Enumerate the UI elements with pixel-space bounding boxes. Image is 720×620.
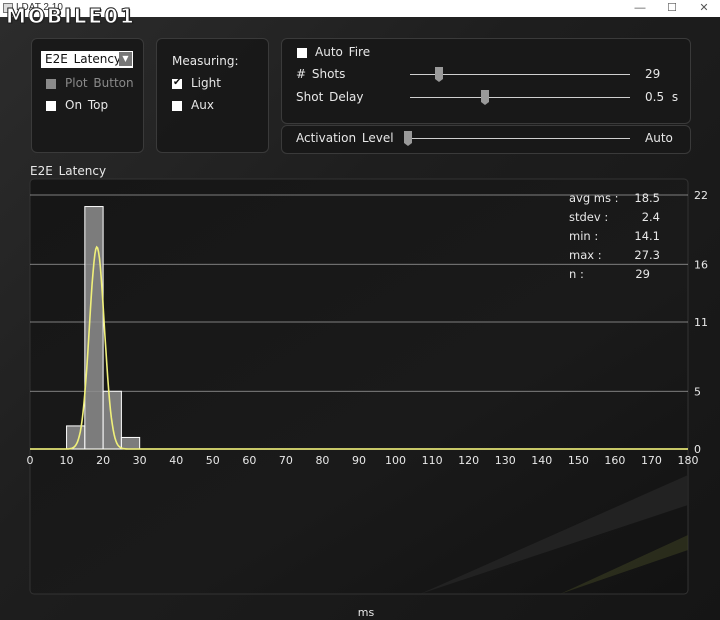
measuring-heading: Measuring: bbox=[172, 54, 239, 68]
aux-label[interactable]: Aux bbox=[191, 98, 214, 112]
avg-value: 18.5 bbox=[634, 191, 660, 205]
latency-histogram-chart: 0 10 20 30 40 50 60 70 80 90 100 110 120 130 140 150 160… bbox=[27, 178, 708, 619]
x-tick-label: 150 bbox=[568, 454, 589, 467]
x-tick-label: 120 bbox=[458, 454, 479, 467]
min-value: 14.1 bbox=[634, 229, 660, 243]
x-tick-label: 90 bbox=[352, 454, 366, 467]
shots-slider-thumb[interactable] bbox=[434, 67, 443, 82]
shots-label: # Shots bbox=[296, 67, 346, 81]
x-tick-label: 50 bbox=[206, 454, 220, 467]
shots-slider-track[interactable] bbox=[410, 74, 630, 75]
mobile01-logo: MOBILE01 bbox=[6, 4, 136, 29]
y-tick-label: 11 bbox=[694, 316, 708, 329]
x-tick-label: 160 bbox=[604, 454, 625, 467]
plot-button-checkbox bbox=[46, 79, 56, 89]
y-tick-label: 5 bbox=[694, 385, 701, 398]
on-top-label[interactable]: On Top bbox=[65, 98, 108, 112]
y-tick-label: 16 bbox=[694, 258, 708, 271]
avg-label: avg ms : bbox=[569, 191, 619, 205]
activation-slider-track[interactable] bbox=[408, 138, 630, 139]
activation-value: Auto bbox=[645, 131, 673, 145]
x-tick-label: 80 bbox=[315, 454, 329, 467]
x-tick-label: 140 bbox=[531, 454, 552, 467]
x-tick-label: 30 bbox=[133, 454, 147, 467]
n-value: 29 bbox=[635, 267, 650, 281]
close-button[interactable]: ✕ bbox=[688, 0, 720, 17]
light-label[interactable]: Light bbox=[191, 76, 221, 90]
on-top-checkbox[interactable] bbox=[46, 101, 56, 111]
shots-value: 29 bbox=[645, 67, 661, 81]
x-tick-label: 170 bbox=[641, 454, 662, 467]
x-tick-label: 10 bbox=[60, 454, 74, 467]
auto-fire-checkbox[interactable] bbox=[297, 48, 307, 58]
y-tick-label: 0 bbox=[694, 443, 701, 456]
chevron-down-icon[interactable]: ▼ bbox=[119, 52, 132, 66]
aux-checkbox[interactable] bbox=[172, 101, 182, 111]
x-tick-label: 70 bbox=[279, 454, 293, 467]
x-tick-label: 20 bbox=[96, 454, 110, 467]
maximize-button[interactable]: ☐ bbox=[656, 0, 688, 17]
x-tick-label: 0 bbox=[27, 454, 34, 467]
shot-delay-slider-track[interactable] bbox=[410, 97, 630, 98]
stdev-value: 2.4 bbox=[642, 210, 660, 224]
shot-delay-value: 0.5 s bbox=[645, 90, 679, 104]
x-axis-label: ms bbox=[358, 606, 375, 619]
x-tick-label: 40 bbox=[169, 454, 183, 467]
histogram-bar bbox=[84, 206, 104, 450]
stdev-label: stdev : bbox=[569, 210, 608, 224]
x-tick-label: 110 bbox=[422, 454, 443, 467]
auto-fire-label[interactable]: Auto Fire bbox=[315, 45, 370, 59]
plot-button-label: Plot Button bbox=[65, 76, 134, 90]
x-tick-label: 60 bbox=[242, 454, 256, 467]
min-label: min : bbox=[569, 229, 598, 243]
n-label: n : bbox=[569, 267, 584, 281]
max-value: 27.3 bbox=[634, 248, 660, 262]
x-tick-label: 100 bbox=[385, 454, 406, 467]
shot-delay-slider-thumb[interactable] bbox=[480, 90, 489, 105]
light-checkbox[interactable] bbox=[172, 77, 182, 89]
histogram-bar bbox=[120, 436, 141, 450]
metric-dropdown[interactable]: E2E Latency ▼ bbox=[41, 51, 133, 68]
metric-dropdown-value: E2E Latency bbox=[45, 52, 122, 66]
y-tick-label: 22 bbox=[694, 189, 708, 202]
activation-slider-thumb[interactable] bbox=[404, 131, 412, 146]
max-label: max : bbox=[569, 248, 602, 262]
activation-level-label: Activation Level bbox=[296, 131, 394, 145]
shot-delay-label: Shot Delay bbox=[296, 90, 364, 104]
ldat-main-window: E2E Latency ▼ Plot Button On Top Measuri… bbox=[0, 17, 720, 620]
x-tick-label: 130 bbox=[495, 454, 516, 467]
minimize-button[interactable]: — bbox=[624, 0, 656, 17]
